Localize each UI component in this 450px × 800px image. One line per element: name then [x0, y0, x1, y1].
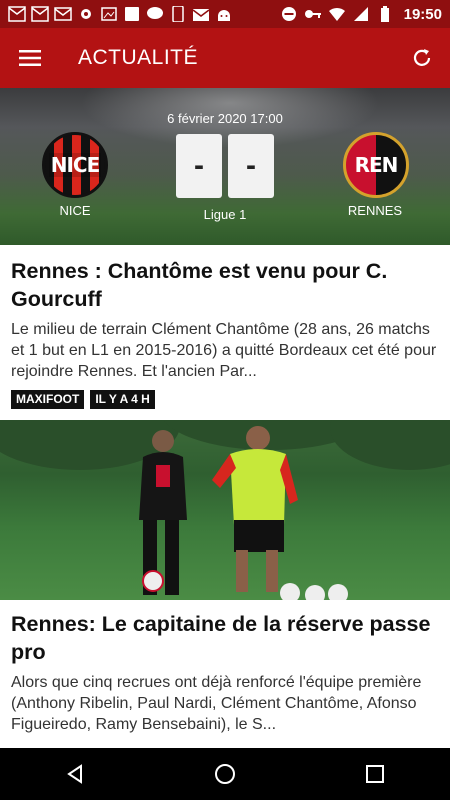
match-date: 6 février 2020 17:00: [167, 111, 283, 126]
hamburger-icon: [19, 50, 41, 66]
clock: 19:50: [403, 5, 442, 23]
home-score: -: [176, 134, 222, 198]
notification-icons: [8, 6, 233, 22]
source-badge: MAXIFOOT: [11, 390, 85, 409]
live-icon: [8, 6, 26, 22]
match-card[interactable]: 6 février 2020 17:00 NICE NICE - - Ligue…: [0, 88, 450, 245]
system-icons: 19:50: [280, 6, 442, 23]
refresh-button[interactable]: [394, 30, 450, 86]
article-card[interactable]: Rennes: Le capitaine de la réserve passe…: [0, 600, 450, 748]
article-image[interactable]: [0, 420, 450, 600]
battery-icon: [376, 6, 394, 22]
phone-icon: [169, 6, 187, 22]
home-icon: [215, 764, 235, 784]
key-icon: [304, 6, 322, 22]
away-team-name: RENNES: [347, 203, 403, 218]
android-icon: [215, 6, 233, 22]
live-icon: [31, 6, 49, 22]
wifi-icon: [328, 6, 346, 22]
article-excerpt: Le milieu de terrain Clément Chantôme (2…: [11, 321, 437, 380]
ball: [280, 583, 300, 600]
away-team-logo: REN: [343, 132, 409, 198]
article-tags: MAXIFOOT IL Y A 4 H: [0, 390, 450, 409]
app-bar: ACTUALITÉ: [0, 28, 450, 88]
page-title: ACTUALITÉ: [78, 46, 199, 69]
settings-icon: [77, 6, 95, 22]
mail-icon: [54, 6, 72, 22]
article-card[interactable]: Rennes : Chantôme est venu pour C. Gourc…: [0, 245, 450, 420]
square-icon: [123, 6, 141, 22]
recents-icon: [366, 765, 384, 783]
dnd-icon: [280, 6, 298, 22]
menu-button[interactable]: [0, 28, 60, 88]
away-logo-text: REN: [354, 153, 399, 177]
chat-icon: [146, 6, 164, 22]
ball: [328, 584, 348, 600]
back-button[interactable]: [45, 748, 105, 800]
article-title: Rennes: Le capitaine de la réserve passe…: [11, 612, 431, 664]
home-logo-text: NICE: [48, 153, 102, 177]
status-bar: 19:50: [0, 0, 450, 28]
home-button[interactable]: [195, 748, 255, 800]
ball: [142, 570, 164, 592]
image-icon: [100, 6, 118, 22]
away-score: -: [228, 134, 274, 198]
player-figure: [212, 426, 298, 592]
navigation-bar: [0, 748, 450, 800]
mail-icon: [192, 6, 210, 22]
article-title: Rennes : Chantôme est venu pour C. Gourc…: [11, 259, 388, 311]
background-foliage: [330, 420, 450, 470]
back-icon: [67, 764, 82, 784]
recents-button[interactable]: [345, 748, 405, 800]
article-excerpt: Alors que cinq recrues ont déjà renforcé…: [11, 674, 422, 733]
ball: [305, 585, 325, 600]
time-badge: IL Y A 4 H: [90, 390, 155, 409]
home-team-logo: NICE: [42, 132, 108, 198]
refresh-icon: [413, 49, 431, 66]
signal-icon: [352, 6, 370, 22]
